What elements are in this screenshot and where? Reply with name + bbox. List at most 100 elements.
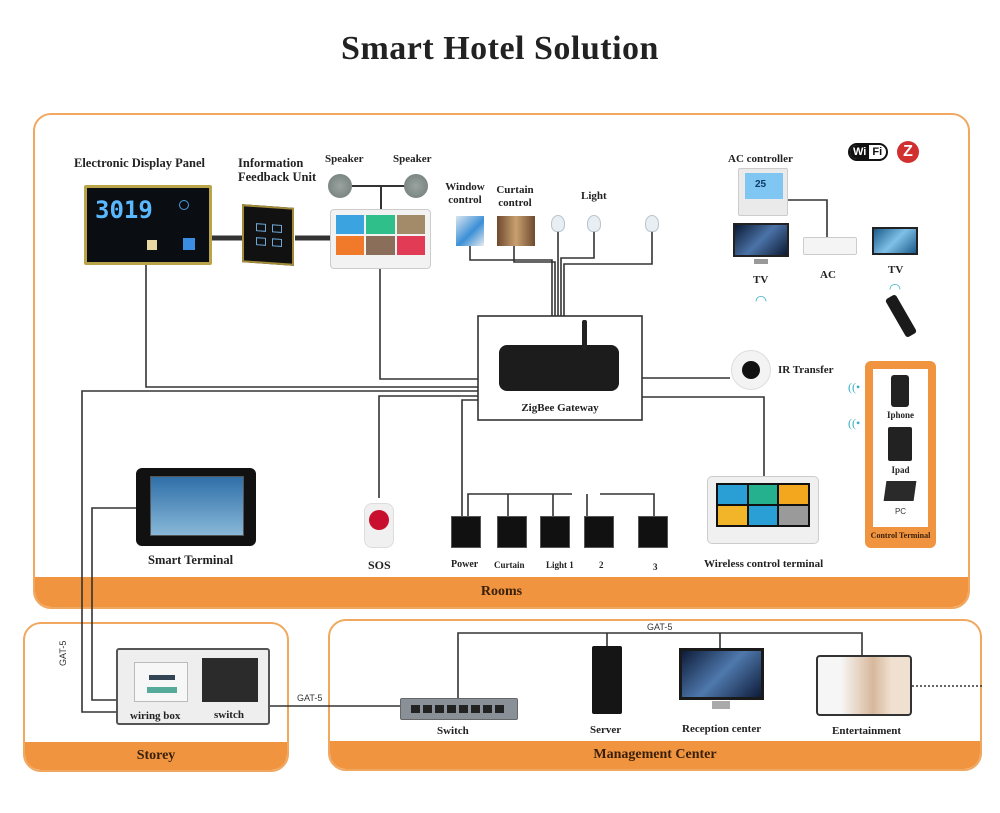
port-icon	[495, 705, 504, 713]
info-feedback-unit[interactable]	[242, 204, 294, 266]
smart-terminal-device[interactable]	[136, 468, 256, 546]
rack-switch-device[interactable]	[202, 658, 258, 702]
wiring-box-label: wiring box	[130, 710, 181, 722]
switch-panel-2[interactable]	[584, 516, 614, 548]
ac-controller-device[interactable]: 25	[738, 168, 788, 216]
ac-unit-device[interactable]	[803, 237, 857, 255]
ac-controller-label: AC controller	[728, 153, 793, 165]
storey-switch-label: switch	[214, 709, 244, 721]
speaker-control-panel[interactable]	[330, 209, 431, 269]
gat5-vertical-label: GAT-5	[58, 640, 68, 666]
smart-terminal-label: Smart Terminal	[148, 553, 234, 567]
button-icon	[272, 224, 282, 233]
light-bulb-icon[interactable]	[645, 215, 659, 232]
reception-monitor-device[interactable]	[679, 648, 764, 700]
port-icon	[435, 705, 444, 713]
switch-label-2: 2	[599, 560, 604, 570]
tile	[336, 215, 365, 234]
server-device[interactable]	[592, 646, 622, 714]
light-label: Light	[581, 190, 607, 202]
storey-equipment-box: wiring box switch	[116, 648, 270, 725]
monitor-stand	[712, 701, 730, 709]
port-icon	[423, 705, 432, 713]
control-terminal-devices: Iphone Ipad PC	[873, 369, 928, 527]
tv-right-device[interactable]	[872, 227, 918, 255]
tile	[396, 236, 425, 255]
window-control-device[interactable]	[456, 216, 484, 246]
rooms-bar: Rooms	[35, 577, 968, 607]
tv-left-stand	[754, 259, 768, 264]
tile	[718, 506, 747, 525]
tv-left-label: TV	[753, 274, 769, 286]
curtain-control-label: Curtain control	[496, 184, 534, 209]
sos-label: SOS	[368, 558, 391, 572]
smart-terminal-screen	[150, 476, 244, 536]
zigbee-icon: Z	[897, 141, 919, 163]
button-icon	[256, 223, 266, 232]
storey-bar-label: Storey	[136, 748, 176, 763]
wireless-control-terminal[interactable]	[707, 476, 819, 544]
tile	[366, 215, 395, 234]
display-panel-label: Electronic Display Panel	[74, 156, 206, 170]
pc-label: PC	[894, 507, 907, 516]
wifi-signal-icon: ((•	[848, 380, 861, 394]
control-terminal-panel: Iphone Ipad PC Control Terminal	[865, 361, 936, 548]
port-icon	[483, 705, 492, 713]
control-terminal-label: Control Terminal	[870, 531, 931, 540]
ac-label: AC	[820, 269, 836, 281]
tile	[779, 485, 808, 504]
storey-bar: Storey	[25, 742, 287, 770]
iphone-label: Iphone	[886, 410, 914, 420]
management-bar: Management Center	[330, 741, 980, 769]
speaker-icon[interactable]	[328, 174, 352, 198]
info-feedback-label: Information Feedback Unit	[238, 156, 317, 185]
port-icon	[447, 705, 456, 713]
tile	[748, 485, 778, 504]
wifi-signal-icon: ((•	[848, 416, 861, 430]
wireless-terminal-label: Wireless control terminal	[704, 558, 824, 570]
ir-sensor	[742, 361, 760, 379]
switch-panel-curtain[interactable]	[497, 516, 527, 548]
button-icon	[272, 238, 282, 247]
tile	[718, 485, 747, 504]
speaker-label-2: Speaker	[393, 153, 432, 165]
dnd-icon	[147, 240, 157, 250]
switch-panel-light-1[interactable]	[540, 516, 570, 548]
port-icon	[411, 705, 420, 713]
iphone-icon[interactable]	[891, 375, 909, 407]
speaker-icon[interactable]	[404, 174, 428, 198]
gat5-top-label: GAT-5	[647, 622, 673, 632]
tile	[366, 236, 395, 255]
ac-screen: 25	[745, 173, 783, 199]
switch-label-light-1: Light 1	[546, 560, 574, 570]
tv-left-device[interactable]	[733, 223, 789, 257]
pc-icon[interactable]	[883, 481, 917, 501]
ir-transfer-device[interactable]	[731, 350, 771, 390]
server-label: Server	[590, 724, 622, 736]
zigbee-gateway-device[interactable]	[499, 345, 619, 391]
network-switch-device[interactable]	[400, 698, 518, 720]
electronic-display-panel[interactable]: 3019	[84, 185, 212, 265]
reception-center-label: Reception center	[682, 723, 762, 735]
tile	[748, 506, 778, 525]
wiring-box-modules	[147, 687, 177, 693]
service-icon	[183, 238, 195, 250]
entertainment-image[interactable]	[816, 655, 912, 716]
switch-label-3: 3	[653, 562, 658, 572]
wiring-box-ports	[149, 675, 175, 680]
logo-icon	[179, 200, 189, 210]
wifi-signal-icon: ◠	[754, 294, 768, 309]
tv-right-label: TV	[888, 264, 904, 276]
button-icon	[256, 237, 266, 246]
light-bulb-icon[interactable]	[587, 215, 601, 232]
sos-button[interactable]	[364, 503, 394, 548]
switch-panel-power[interactable]	[451, 516, 481, 548]
light-bulb-icon[interactable]	[551, 215, 565, 232]
speaker-label-1: Speaker	[325, 153, 364, 165]
curtain-control-device[interactable]	[497, 216, 535, 246]
ipad-icon[interactable]	[888, 427, 912, 461]
wiring-box-device[interactable]	[134, 662, 188, 702]
management-bar-label: Management Center	[593, 747, 717, 762]
switch-panel-3[interactable]	[638, 516, 668, 548]
port-icon	[471, 705, 480, 713]
